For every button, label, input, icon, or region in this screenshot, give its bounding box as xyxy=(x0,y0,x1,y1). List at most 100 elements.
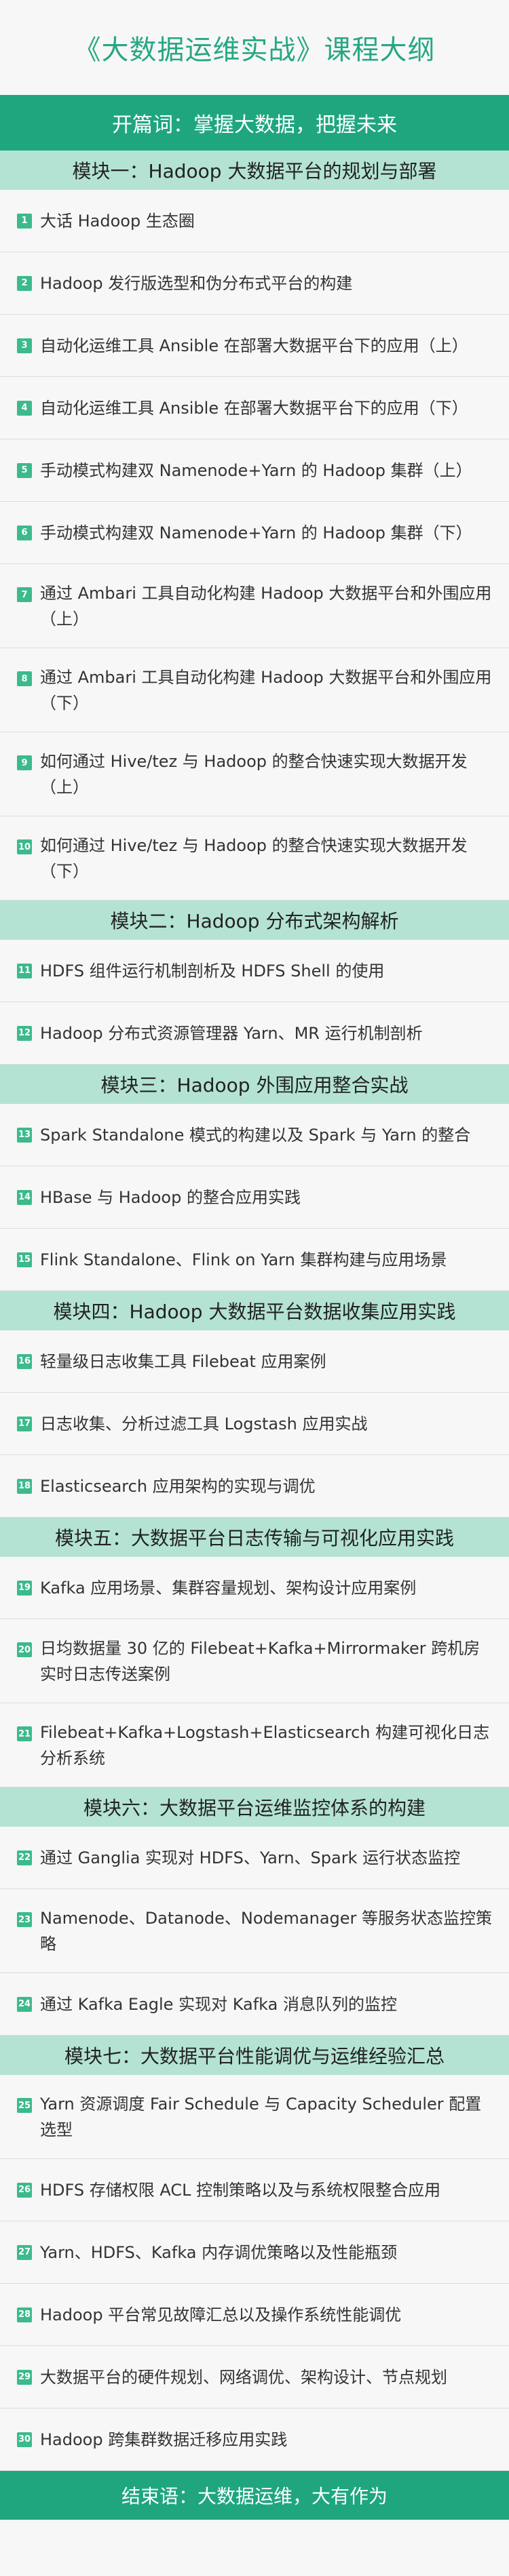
module-header: 模块四：Hadoop 大数据平台数据收集应用实践 xyxy=(0,1291,509,1330)
lesson-title: Yarn 资源调度 Fair Schedule 与 Capacity Sched… xyxy=(40,2094,482,2139)
lesson-title: Hadoop 分布式资源管理器 Yarn、MR 运行机制剖析 xyxy=(40,1023,423,1043)
lesson-title: 通过 Kafka Eagle 实现对 Kafka 消息队列的监控 xyxy=(40,1994,397,2014)
lesson-number-badge: 5 xyxy=(17,462,32,478)
lesson-number-badge: 19 xyxy=(17,1580,32,1596)
lesson-title: Yarn、HDFS、Kafka 内存调优策略以及性能瓶颈 xyxy=(40,2242,398,2262)
course-outline: 《大数据运维实战》课程大纲 开篇词：掌握大数据，把握未来 模块一：Hadoop … xyxy=(0,0,509,2520)
lesson-number-badge: 15 xyxy=(17,1252,32,1267)
lesson-item[interactable]: 22 通过 Ganglia 实现对 HDFS、Yarn、Spark 运行状态监控 xyxy=(0,1827,509,1889)
lesson-item[interactable]: 5 手动模式构建双 Namenode+Yarn 的 Hadoop 集群（上） xyxy=(0,439,509,502)
lesson-item[interactable]: 1 大话 Hadoop 生态圈 xyxy=(0,190,509,252)
module-header: 模块二：Hadoop 分布式架构解析 xyxy=(0,900,509,940)
lesson-number-badge: 23 xyxy=(17,1912,32,1927)
lesson-number-badge: 12 xyxy=(17,1025,32,1041)
lesson-number-badge: 17 xyxy=(17,1416,32,1431)
lesson-number-badge: 6 xyxy=(17,525,32,540)
lesson-number-badge: 14 xyxy=(17,1189,32,1205)
lesson-item[interactable]: 4 自动化运维工具 Ansible 在部署大数据平台下的应用（下） xyxy=(0,377,509,439)
lesson-number-badge: 28 xyxy=(17,2307,32,2322)
lesson-number-badge: 27 xyxy=(17,2244,32,2260)
lesson-item[interactable]: 7 通过 Ambari 工具自动化构建 Hadoop 大数据平台和外围应用（上） xyxy=(0,564,509,648)
lesson-item[interactable]: 27 Yarn、HDFS、Kafka 内存调优策略以及性能瓶颈 xyxy=(0,2221,509,2284)
lesson-title: 通过 Ambari 工具自动化构建 Hadoop 大数据平台和外围应用（下） xyxy=(40,667,492,713)
lesson-number-badge: 11 xyxy=(17,963,32,978)
lesson-item[interactable]: 28 Hadoop 平台常见故障汇总以及操作系统性能调优 xyxy=(0,2284,509,2346)
lesson-title: Flink Standalone、Flink on Yarn 集群构建与应用场景 xyxy=(40,1250,447,1269)
lesson-item[interactable]: 15 Flink Standalone、Flink on Yarn 集群构建与应用… xyxy=(0,1229,509,1291)
lesson-item[interactable]: 9 如何通过 Hive/tez 与 Hadoop 的整合快速实现大数据开发（上） xyxy=(0,732,509,816)
lesson-item[interactable]: 14 HBase 与 Hadoop 的整合应用实践 xyxy=(0,1166,509,1229)
lesson-item[interactable]: 20 日均数据量 30 亿的 Filebeat+Kafka+Mirrormaker… xyxy=(0,1619,509,1703)
lesson-title: HBase 与 Hadoop 的整合应用实践 xyxy=(40,1187,301,1207)
lesson-number-badge: 3 xyxy=(17,338,32,353)
lesson-item[interactable]: 11 HDFS 组件运行机制剖析及 HDFS Shell 的使用 xyxy=(0,940,509,1002)
lesson-number-badge: 21 xyxy=(17,1726,32,1741)
lesson-number-badge: 2 xyxy=(17,275,32,291)
page-title: 《大数据运维实战》课程大纲 xyxy=(73,35,436,66)
lesson-title: 通过 Ganglia 实现对 HDFS、Yarn、Spark 运行状态监控 xyxy=(40,1848,461,1867)
lesson-item[interactable]: 30 Hadoop 跨集群数据迁移应用实践 xyxy=(0,2409,509,2471)
lesson-title: 日志收集、分析过滤工具 Logstash 应用实战 xyxy=(40,1414,368,1433)
lesson-number-badge: 8 xyxy=(17,671,32,686)
lesson-item[interactable]: 10 如何通过 Hive/tez 与 Hadoop 的整合快速实现大数据开发（下） xyxy=(0,816,509,900)
lesson-title: 手动模式构建双 Namenode+Yarn 的 Hadoop 集群（上） xyxy=(40,460,472,480)
lesson-number-badge: 30 xyxy=(17,2432,32,2447)
lesson-item[interactable]: 12 Hadoop 分布式资源管理器 Yarn、MR 运行机制剖析 xyxy=(0,1002,509,1065)
lesson-item[interactable]: 13 Spark Standalone 模式的构建以及 Spark 与 Yarn … xyxy=(0,1104,509,1166)
modules-container: 模块一：Hadoop 大数据平台的规划与部署 1 大话 Hadoop 生态圈 2 Had… xyxy=(0,151,509,2471)
lesson-title: 自动化运维工具 Ansible 在部署大数据平台下的应用（下） xyxy=(40,398,468,418)
lesson-title: HDFS 组件运行机制剖析及 HDFS Shell 的使用 xyxy=(40,961,385,980)
lesson-item[interactable]: 6 手动模式构建双 Namenode+Yarn 的 Hadoop 集群（下） xyxy=(0,502,509,564)
lesson-number-badge: 10 xyxy=(17,839,32,854)
lesson-title: Elasticsearch 应用架构的实现与调优 xyxy=(40,1476,316,1496)
lesson-number-badge: 4 xyxy=(17,400,32,416)
lesson-item[interactable]: 18 Elasticsearch 应用架构的实现与调优 xyxy=(0,1455,509,1518)
lesson-title: 自动化运维工具 Ansible 在部署大数据平台下的应用（上） xyxy=(40,336,468,355)
lesson-title: 大话 Hadoop 生态圈 xyxy=(40,211,195,231)
lesson-title: HDFS 存储权限 ACL 控制策略以及与系统权限整合应用 xyxy=(40,2180,441,2200)
lesson-title: 大数据平台的硬件规划、网络调优、架构设计、节点规划 xyxy=(40,2367,447,2387)
lesson-item[interactable]: 25 Yarn 资源调度 Fair Schedule 与 Capacity Sch… xyxy=(0,2075,509,2159)
lesson-title: Hadoop 发行版选型和伪分布式平台的构建 xyxy=(40,273,353,293)
lesson-title: Hadoop 平台常见故障汇总以及操作系统性能调优 xyxy=(40,2305,402,2324)
lesson-item[interactable]: 21 Filebeat+Kafka+Logstash+Elasticsearch … xyxy=(0,1703,509,1787)
lesson-number-badge: 1 xyxy=(17,213,32,229)
lesson-title: 手动模式构建双 Namenode+Yarn 的 Hadoop 集群（下） xyxy=(40,523,472,542)
lesson-item[interactable]: 29 大数据平台的硬件规划、网络调优、架构设计、节点规划 xyxy=(0,2346,509,2409)
lesson-item[interactable]: 26 HDFS 存储权限 ACL 控制策略以及与系统权限整合应用 xyxy=(0,2159,509,2221)
lesson-item[interactable]: 16 轻量级日志收集工具 Filebeat 应用案例 xyxy=(0,1330,509,1393)
lesson-title: 如何通过 Hive/tez 与 Hadoop 的整合快速实现大数据开发（下） xyxy=(40,835,468,881)
lesson-number-badge: 16 xyxy=(17,1353,32,1369)
lesson-number-badge: 9 xyxy=(17,755,32,770)
lesson-item[interactable]: 17 日志收集、分析过滤工具 Logstash 应用实战 xyxy=(0,1393,509,1455)
lesson-title: Filebeat+Kafka+Logstash+Elasticsearch 构建… xyxy=(40,1722,490,1768)
lesson-number-badge: 25 xyxy=(17,2098,32,2113)
lesson-title: Kafka 应用场景、集群容量规划、架构设计应用案例 xyxy=(40,1578,417,1598)
closing-banner: 结束语：大数据运维，大有作为 xyxy=(0,2471,509,2520)
opening-banner: 开篇词：掌握大数据，把握未来 xyxy=(0,95,509,151)
module-header: 模块六：大数据平台运维监控体系的构建 xyxy=(0,1787,509,1827)
lesson-item[interactable]: 2 Hadoop 发行版选型和伪分布式平台的构建 xyxy=(0,252,509,315)
lesson-number-badge: 18 xyxy=(17,1478,32,1494)
lesson-number-badge: 24 xyxy=(17,1996,32,2012)
lesson-title: Spark Standalone 模式的构建以及 Spark 与 Yarn 的整… xyxy=(40,1125,471,1145)
lesson-item[interactable]: 23 Namenode、Datanode、Nodemanager 等服务状态监控策… xyxy=(0,1889,509,1973)
lesson-title: Namenode、Datanode、Nodemanager 等服务状态监控策略 xyxy=(40,1908,493,1954)
lesson-item[interactable]: 24 通过 Kafka Eagle 实现对 Kafka 消息队列的监控 xyxy=(0,1973,509,2036)
lesson-item[interactable]: 19 Kafka 应用场景、集群容量规划、架构设计应用案例 xyxy=(0,1557,509,1619)
lesson-number-badge: 22 xyxy=(17,1850,32,1865)
lesson-item[interactable]: 3 自动化运维工具 Ansible 在部署大数据平台下的应用（上） xyxy=(0,315,509,377)
lesson-title: 日均数据量 30 亿的 Filebeat+Kafka+Mirrormaker 跨… xyxy=(40,1638,480,1684)
lesson-title: 通过 Ambari 工具自动化构建 Hadoop 大数据平台和外围应用（上） xyxy=(40,583,492,629)
module-header: 模块五：大数据平台日志传输与可视化应用实践 xyxy=(0,1518,509,1557)
lesson-title: 轻量级日志收集工具 Filebeat 应用案例 xyxy=(40,1351,326,1371)
lesson-item[interactable]: 8 通过 Ambari 工具自动化构建 Hadoop 大数据平台和外围应用（下） xyxy=(0,648,509,732)
lesson-title: 如何通过 Hive/tez 与 Hadoop 的整合快速实现大数据开发（上） xyxy=(40,751,468,797)
lesson-number-badge: 20 xyxy=(17,1642,32,1657)
lesson-number-badge: 13 xyxy=(17,1127,32,1143)
lesson-number-badge: 26 xyxy=(17,2182,32,2198)
module-header: 模块七：大数据平台性能调优与运维经验汇总 xyxy=(0,2036,509,2075)
lesson-title: Hadoop 跨集群数据迁移应用实践 xyxy=(40,2430,288,2449)
module-header: 模块三：Hadoop 外围应用整合实战 xyxy=(0,1065,509,1104)
module-header: 模块一：Hadoop 大数据平台的规划与部署 xyxy=(0,151,509,190)
